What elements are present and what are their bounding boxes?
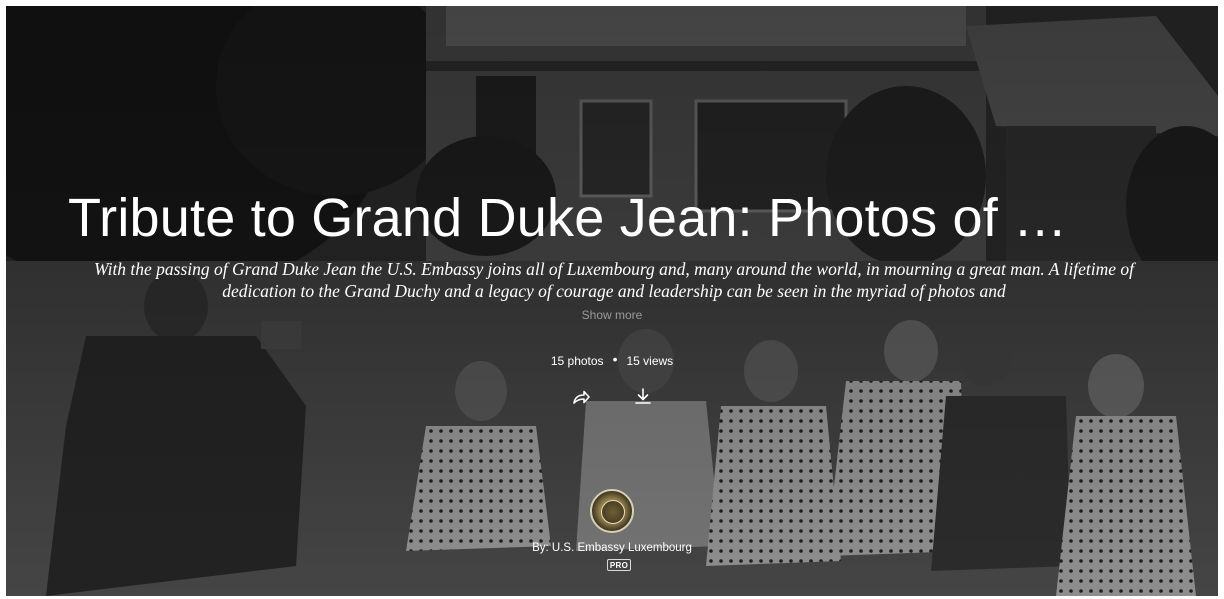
- share-button[interactable]: [566, 382, 596, 412]
- byline-prefix: By:: [532, 542, 552, 554]
- share-icon: [573, 390, 590, 404]
- embassy-seal-avatar[interactable]: [590, 489, 634, 533]
- views-count: 15 views: [626, 354, 674, 368]
- show-more-link[interactable]: Show more: [562, 308, 662, 322]
- owner-link[interactable]: U.S. Embassy Luxembourg: [552, 542, 692, 554]
- pro-badge: PRO: [607, 559, 631, 571]
- album-actions: [566, 382, 658, 412]
- owner-byline: By: U.S. Embassy Luxembourg: [512, 542, 712, 554]
- seal-emblem: [601, 500, 625, 524]
- download-button[interactable]: [628, 382, 658, 412]
- photos-count: 15 photos: [550, 354, 604, 368]
- album-description: With the passing of Grand Duke Jean the …: [93, 259, 1135, 301]
- download-icon: [635, 388, 651, 404]
- stats-separator: •: [612, 351, 618, 367]
- album-hero: Tribute to Grand Duke Jean: Photos of … …: [6, 6, 1218, 596]
- album-stats: 15 photos • 15 views: [506, 351, 718, 368]
- album-title: Tribute to Grand Duke Jean: Photos of …: [68, 188, 1068, 248]
